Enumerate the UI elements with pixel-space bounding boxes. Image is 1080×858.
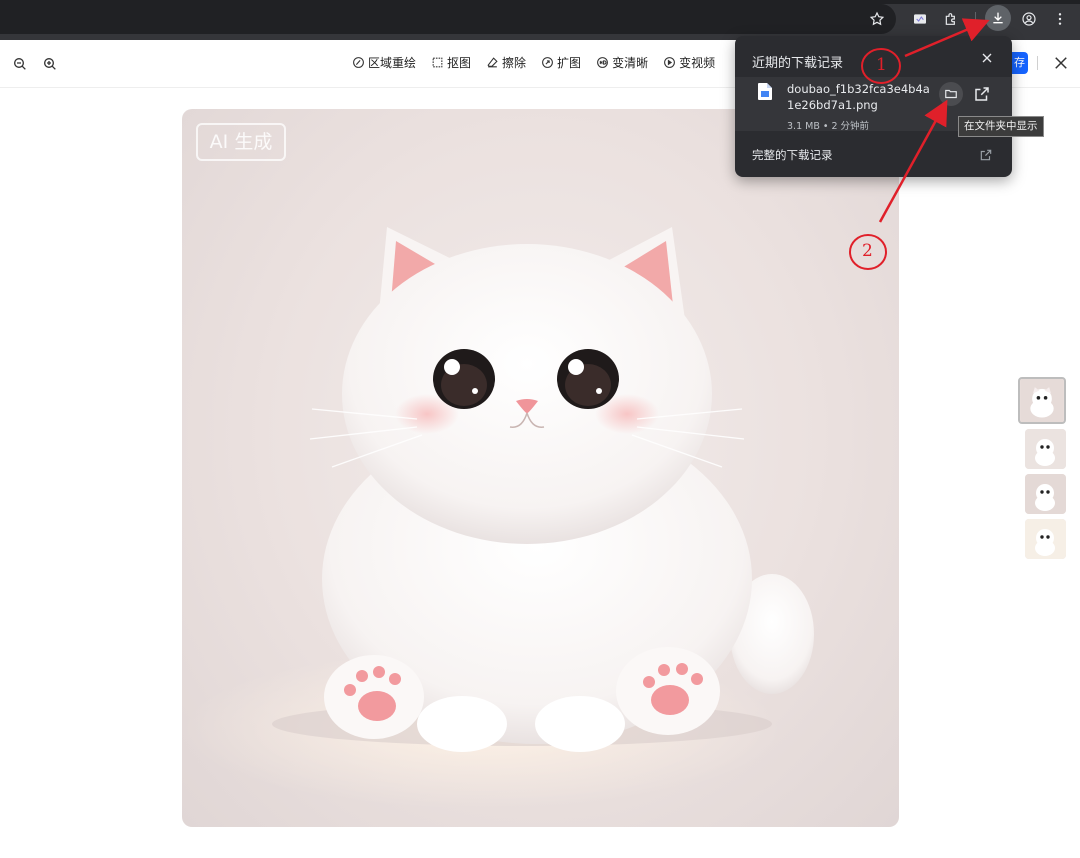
toolbar-divider — [1037, 56, 1038, 70]
cutout-icon — [432, 57, 443, 68]
puzzle-icon[interactable] — [940, 8, 962, 30]
star-icon[interactable] — [866, 8, 888, 30]
thumbnail-3[interactable] — [1025, 474, 1066, 514]
tool-enhance-button[interactable]: 变清晰 — [596, 54, 648, 71]
external-link-icon — [975, 87, 989, 101]
tool-label: 区域重绘 — [368, 56, 417, 70]
tool-label: 变清晰 — [612, 56, 649, 70]
download-icon[interactable] — [985, 5, 1011, 31]
generated-image: AI 生成 — [182, 109, 899, 827]
external-link-icon[interactable] — [979, 147, 993, 161]
close-icon[interactable] — [979, 50, 995, 66]
tool-cutout-button[interactable]: 抠图 — [431, 54, 471, 71]
open-file-button[interactable] — [973, 85, 991, 103]
show-in-folder-button[interactable] — [939, 82, 963, 106]
extension-app-icon[interactable] — [909, 8, 931, 30]
full-download-history-link[interactable]: 完整的下载记录 — [752, 147, 833, 163]
annotation-label-1: 1 — [876, 55, 887, 75]
download-file-meta: 3.1 MB • 2 分钟前 — [787, 121, 870, 132]
tool-label: 变视频 — [679, 56, 716, 70]
tool-erase-button[interactable]: 擦除 — [486, 54, 526, 71]
zoom-controls — [10, 54, 60, 74]
annotation-label-2: 2 — [862, 241, 873, 261]
zoom-out-icon[interactable] — [10, 54, 30, 74]
cat-thumbnail-image — [1025, 474, 1066, 514]
more-vert-icon[interactable] — [1049, 8, 1071, 30]
thumbnail-1[interactable] — [1018, 377, 1066, 424]
downloads-panel: 近期的下载记录 doubao_f1b32fca3e4b4a1e26bd7a1.p… — [735, 36, 1012, 177]
tool-label: 擦除 — [502, 56, 527, 70]
thumbnail-2[interactable] — [1025, 429, 1066, 469]
close-icon[interactable] — [1052, 54, 1070, 72]
folder-icon — [945, 89, 957, 99]
toolbar-separator — [975, 12, 976, 28]
tool-label: 抠图 — [447, 56, 472, 70]
show-in-folder-tooltip: 在文件夹中显示 — [958, 116, 1044, 137]
edit-tools: 区域重绘 抠图 擦除 扩图 变清晰 变视频 — [352, 54, 715, 71]
tool-expand-button[interactable]: 扩图 — [541, 54, 581, 71]
ai-generated-badge: AI 生成 — [196, 123, 286, 161]
browser-toolbar — [0, 0, 1080, 40]
eraser-icon — [487, 57, 498, 68]
expand-icon — [542, 57, 553, 68]
profile-icon[interactable] — [1018, 8, 1040, 30]
tool-label: 扩图 — [557, 56, 582, 70]
brush-icon — [353, 57, 364, 68]
tool-video-button[interactable]: 变视频 — [663, 54, 715, 71]
tool-inpaint-button[interactable]: 区域重绘 — [352, 54, 416, 71]
cat-thumbnail-image — [1020, 379, 1064, 422]
cat-thumbnail-image — [1025, 429, 1066, 469]
download-file-name: doubao_f1b32fca3e4b4a1e26bd7a1.png — [787, 82, 930, 112]
hd-icon — [597, 57, 608, 68]
video-icon — [664, 57, 675, 68]
downloads-panel-title: 近期的下载记录 — [752, 56, 844, 71]
zoom-in-icon[interactable] — [40, 54, 60, 74]
file-icon — [758, 83, 772, 100]
cat-illustration — [182, 227, 814, 809]
thumbnail-4[interactable] — [1025, 519, 1066, 559]
cat-thumbnail-image — [1025, 519, 1066, 559]
address-bar[interactable] — [0, 4, 896, 34]
